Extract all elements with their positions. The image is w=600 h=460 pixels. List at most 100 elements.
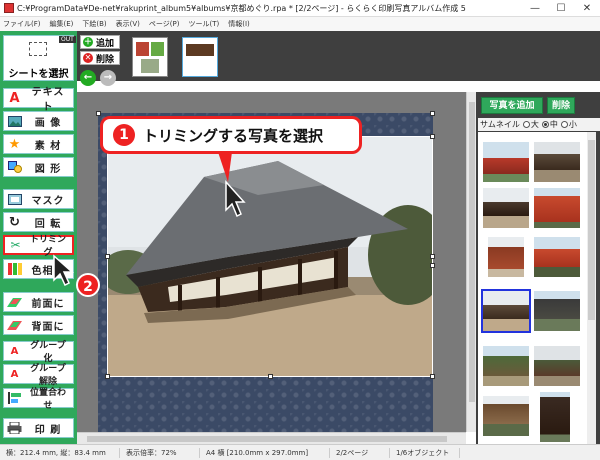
canvas-horizontal-scrollbar[interactable]: [77, 432, 466, 444]
page-thumbnail-1[interactable]: [132, 37, 168, 77]
bring-front-label: 前面に: [31, 298, 65, 310]
print-label: 印 刷: [34, 424, 62, 436]
print-button[interactable]: 印 刷: [3, 418, 74, 438]
status-objects: 1/6オブジェクト: [390, 447, 460, 458]
send-back-icon: [7, 319, 22, 332]
rotate-icon: ↻: [9, 214, 20, 230]
back-arrow-icon[interactable]: ←: [80, 70, 96, 86]
scrollbar-thumb[interactable]: [588, 140, 595, 320]
delete-photo-button[interactable]: 削除: [547, 97, 575, 114]
image-tool-button[interactable]: 画 像: [3, 111, 74, 131]
photo-thumbnail[interactable]: [540, 392, 570, 442]
step2-number: 2: [76, 273, 100, 297]
maximize-button[interactable]: ☐: [548, 3, 574, 14]
select-sheet-button[interactable]: OUT シートを選択: [3, 35, 76, 81]
color-bars-icon: [7, 263, 22, 276]
menu-tools[interactable]: ツール(T): [188, 19, 219, 29]
scrollbar-thumb[interactable]: [469, 102, 475, 402]
status-paper: A4 横 [210.0mm x 297.0mm]: [200, 447, 330, 458]
align-label: 位置合わせ: [29, 388, 66, 411]
resize-handle[interactable]: [268, 374, 273, 379]
mask-tool-button[interactable]: マスク: [3, 189, 74, 209]
page-corner-handle[interactable]: [430, 111, 435, 116]
add-page-button[interactable]: ＋ 追加: [80, 35, 120, 49]
printer-icon: [7, 422, 22, 435]
status-page: 2/2ページ: [330, 447, 390, 458]
page-thumbnail-2[interactable]: [182, 37, 218, 77]
photo-thumbnail[interactable]: [534, 188, 580, 228]
out-badge: OUT: [59, 36, 76, 43]
shape-tool-button[interactable]: 図 形: [3, 157, 74, 177]
trimming-tool-button[interactable]: ✂ トリミング: [3, 235, 74, 258]
photo-thumbnail[interactable]: [488, 237, 524, 277]
forward-arrow-icon[interactable]: →: [100, 70, 116, 86]
delete-page-label: 削除: [96, 54, 115, 65]
size-large-radio[interactable]: [522, 121, 530, 128]
add-page-label: 追加: [96, 38, 115, 49]
close-button[interactable]: ✕: [574, 3, 600, 14]
resize-handle[interactable]: [105, 254, 110, 259]
resize-handle[interactable]: [105, 374, 110, 379]
temple-illustration: [108, 137, 432, 376]
ungroup-label: グループ解除: [30, 364, 66, 387]
menu-view[interactable]: 表示(V): [116, 19, 140, 29]
window-title: C:¥ProgramData¥De-net¥rakuprint_album5¥a…: [17, 3, 466, 13]
minimize-button[interactable]: —: [522, 3, 548, 14]
canvas-vertical-scrollbar[interactable]: [466, 92, 476, 432]
select-frame-icon: [29, 42, 47, 56]
menu-edit[interactable]: 編集(E): [50, 19, 74, 29]
step1-text: トリミングする写真を選択: [143, 126, 324, 145]
menu-info[interactable]: 情報(I): [228, 19, 250, 29]
material-tool-button[interactable]: ★ 素 材: [3, 134, 74, 154]
photo-thumbnail[interactable]: [534, 346, 580, 386]
photo-thumbnail[interactable]: [534, 291, 580, 331]
size-medium-radio[interactable]: [541, 121, 549, 128]
mouse-cursor-icon: [53, 254, 74, 286]
ungroup-button[interactable]: A グループ解除: [3, 364, 74, 387]
thumb-photo: [141, 59, 159, 73]
callout-pointer: [218, 152, 246, 218]
photo-thumbnail[interactable]: [534, 142, 580, 182]
menu-file[interactable]: ファイル(F): [3, 19, 41, 29]
bring-front-icon: [7, 296, 22, 309]
align-button[interactable]: 位置合わせ: [3, 388, 74, 411]
step1-number: 1: [113, 124, 135, 146]
scrollbar-thumb[interactable]: [87, 436, 447, 442]
scissors-icon: ✂: [10, 238, 21, 252]
material-tool-label: 素 材: [34, 140, 62, 152]
photo-thumbnail[interactable]: [483, 188, 529, 228]
resize-handle[interactable]: [430, 374, 435, 379]
delete-page-button[interactable]: ✕ 削除: [80, 51, 120, 65]
group-button[interactable]: A グループ化: [3, 341, 74, 364]
thumbnail-size-selector: サムネイル 大 中 小: [478, 118, 600, 131]
send-back-button[interactable]: 背面に: [3, 315, 74, 335]
photo-thumbnail[interactable]: [534, 237, 580, 277]
step1-callout: 1 トリミングする写真を選択: [100, 116, 362, 154]
temple-photo[interactable]: [107, 136, 433, 377]
bring-front-button[interactable]: 前面に: [3, 292, 74, 312]
delete-icon: ✕: [83, 53, 93, 63]
size-large-label: 大: [530, 120, 539, 129]
text-tool-button[interactable]: A テキスト: [3, 87, 74, 113]
size-small-radio[interactable]: [560, 121, 568, 128]
menu-background[interactable]: 下絵(B): [82, 19, 106, 29]
page-corner-handle[interactable]: [430, 263, 435, 268]
rotate-tool-button[interactable]: ↻ 回 転: [3, 212, 74, 232]
align-icon: [7, 392, 22, 405]
photo-list-scrollbar[interactable]: [587, 132, 596, 444]
ungroup-icon: A: [10, 368, 19, 380]
add-photo-button[interactable]: 写真を追加: [481, 97, 543, 114]
photo-thumbnail[interactable]: [483, 142, 529, 182]
app-icon: [4, 3, 14, 13]
title-bar: C:¥ProgramData¥De-net¥rakuprint_album5¥a…: [0, 0, 600, 17]
resize-handle[interactable]: [430, 254, 435, 259]
resize-handle[interactable]: [430, 134, 435, 139]
page-corner-handle[interactable]: [96, 111, 101, 116]
shape-tool-label: 図 形: [34, 163, 62, 175]
thumb-photo: [186, 44, 214, 56]
photo-thumbnail[interactable]: [483, 396, 529, 436]
menu-page[interactable]: ページ(P): [149, 19, 180, 29]
photo-thumbnail[interactable]: [483, 346, 529, 386]
photo-thumbnail-selected[interactable]: [481, 289, 531, 333]
text-a-icon: A: [9, 90, 20, 106]
